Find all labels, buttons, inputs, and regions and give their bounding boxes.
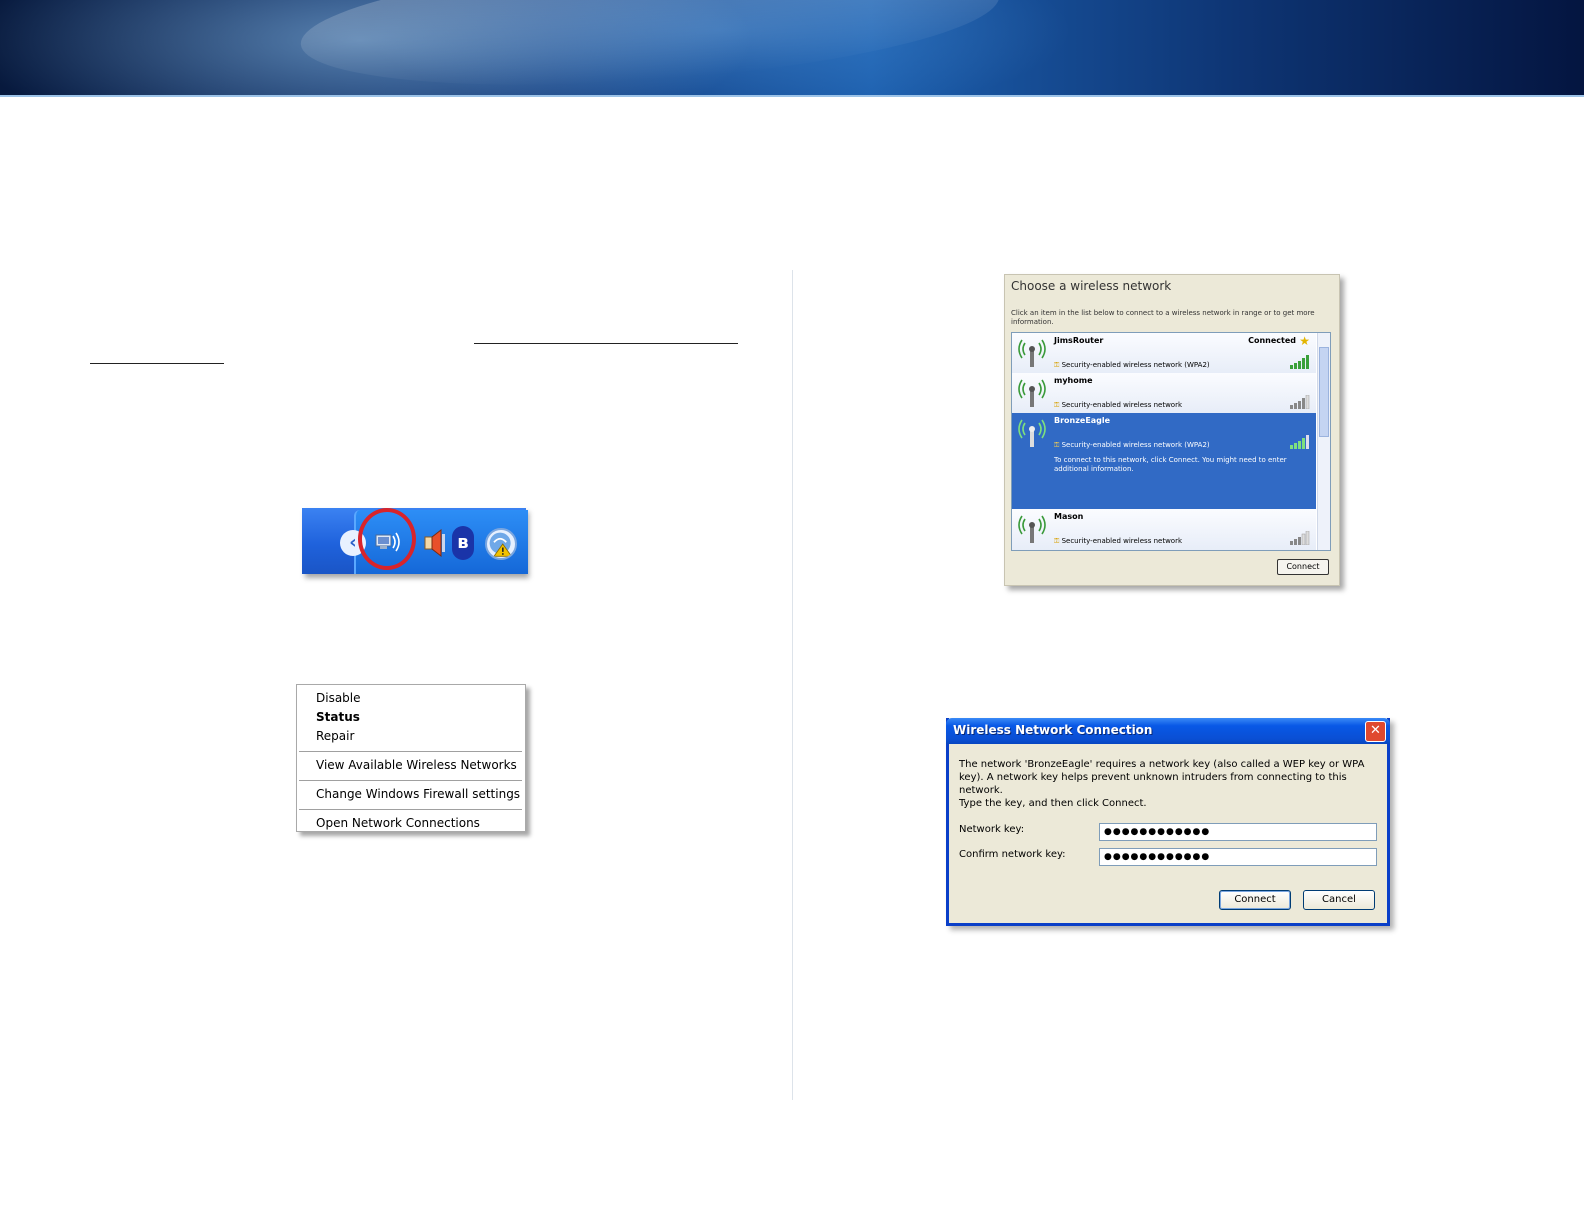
panel-description: Click an item in the list below to conne… — [1011, 309, 1315, 326]
menu-item-repair[interactable]: Repair — [316, 729, 354, 743]
network-row-myhome[interactable]: myhome ⚿ Security-enabled wireless netwo… — [1012, 373, 1316, 414]
menu-item-view-networks[interactable]: View Available Wireless Networks — [316, 758, 517, 772]
network-row-bronzeeagle[interactable]: BronzeEagle ⚿ Security-enabled wireless … — [1012, 413, 1316, 510]
connect-button[interactable]: Connect — [1277, 559, 1329, 575]
preferred-star-icon: ★ — [1299, 334, 1310, 348]
network-name: BronzeEagle — [1054, 416, 1111, 425]
signal-strength-icon — [1290, 435, 1309, 449]
signal-strength-icon — [1290, 395, 1310, 409]
wireless-antenna-icon — [1018, 515, 1046, 543]
network-row-mason[interactable]: Mason ⚿ Security-enabled wireless networ… — [1012, 509, 1316, 550]
wireless-antenna-icon — [1018, 379, 1046, 407]
security-label: ⚿ Security-enabled wireless network — [1054, 401, 1182, 410]
header-rule — [0, 95, 1584, 97]
menu-item-firewall-settings[interactable]: Change Windows Firewall settings — [316, 787, 520, 801]
column-divider — [792, 270, 793, 1100]
list-scrollbar[interactable] — [1317, 333, 1330, 550]
security-text: Security-enabled wireless network (WPA2) — [1061, 361, 1210, 369]
menu-item-open-connections[interactable]: Open Network Connections — [316, 816, 480, 830]
network-key-label: Network key: — [959, 824, 1025, 835]
security-text: Security-enabled wireless network — [1061, 537, 1183, 545]
cancel-button[interactable]: Cancel — [1303, 890, 1375, 910]
signal-strength-icon — [1290, 355, 1309, 369]
speaker-icon[interactable] — [424, 528, 446, 558]
system-tray: ‹ ʙ — [302, 508, 528, 574]
dialog-message: The network 'BronzeEagle' requires a net… — [959, 759, 1365, 796]
wireless-network-connection-dialog: Wireless Network Connection ✕ The networ… — [946, 718, 1390, 926]
security-warning-icon[interactable] — [485, 528, 517, 560]
confirm-key-label: Confirm network key: — [959, 849, 1066, 860]
confirm-key-field[interactable]: ●●●●●●●●●●●● — [1099, 848, 1377, 866]
network-context-menu: Disable Status Repair View Available Wir… — [296, 684, 526, 832]
menu-item-disable[interactable]: Disable — [316, 691, 361, 705]
dialog-instruction: Type the key, and then click Connect. — [959, 798, 1147, 809]
connection-status: Connected — [1248, 336, 1296, 345]
wireless-antenna-icon — [1018, 339, 1046, 367]
network-key-field[interactable]: ●●●●●●●●●●●● — [1099, 823, 1377, 841]
menu-item-status[interactable]: Status — [316, 710, 360, 724]
lock-icon: ⚿ — [1054, 441, 1060, 449]
security-label: ⚿ Security-enabled wireless network — [1054, 537, 1182, 546]
bluetooth-icon[interactable]: ʙ — [452, 526, 474, 560]
wireless-antenna-icon — [1018, 419, 1046, 447]
link-underline[interactable] — [90, 363, 224, 364]
network-name: Mason — [1054, 512, 1084, 521]
link-underline[interactable] — [474, 343, 738, 344]
security-text: Security-enabled wireless network — [1061, 401, 1183, 409]
lock-icon: ⚿ — [1054, 401, 1060, 409]
security-label: ⚿ Security-enabled wireless network (WPA… — [1054, 441, 1210, 450]
security-label: ⚿ Security-enabled wireless network (WPA… — [1054, 361, 1210, 370]
dialog-titlebar[interactable]: Wireless Network Connection ✕ — [946, 718, 1390, 744]
choose-wireless-network-panel: Choose a wireless network Click an item … — [1004, 274, 1340, 586]
menu-separator — [299, 751, 522, 752]
panel-title: Choose a wireless network — [1011, 279, 1172, 293]
signal-strength-icon — [1290, 531, 1310, 545]
connect-button[interactable]: Connect — [1219, 890, 1291, 910]
lock-icon: ⚿ — [1054, 361, 1060, 369]
menu-separator — [299, 780, 522, 781]
network-name: myhome — [1054, 376, 1093, 385]
network-list[interactable]: JimsRouter Connected ★ ⚿ Security-enable… — [1011, 332, 1331, 551]
network-row-jimsrouter[interactable]: JimsRouter Connected ★ ⚿ Security-enable… — [1012, 333, 1316, 374]
scrollbar-thumb[interactable] — [1319, 347, 1329, 437]
lock-icon: ⚿ — [1054, 537, 1060, 545]
security-text: Security-enabled wireless network (WPA2) — [1061, 441, 1210, 449]
highlight-circle — [358, 508, 416, 570]
menu-separator — [299, 809, 522, 810]
close-icon[interactable]: ✕ — [1365, 721, 1386, 742]
dialog-title: Wireless Network Connection — [953, 723, 1153, 737]
network-name: JimsRouter — [1054, 336, 1104, 345]
connect-hint: To connect to this network, click Connec… — [1054, 456, 1287, 473]
